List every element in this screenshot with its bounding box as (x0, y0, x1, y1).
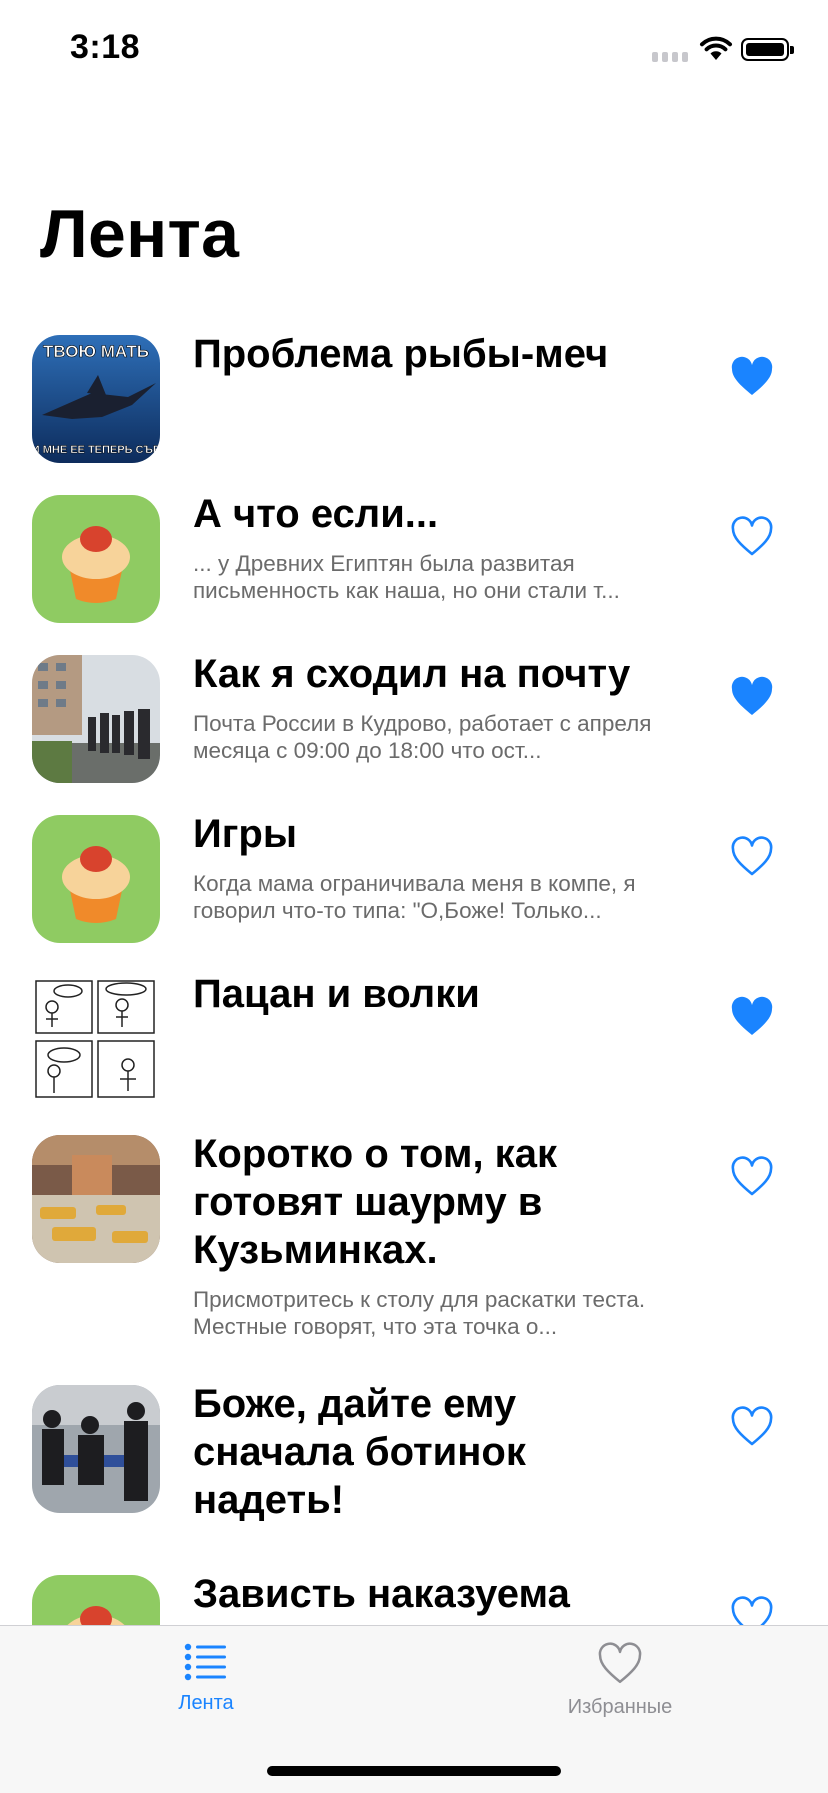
feed-row[interactable]: Как я сходил на почту Почта России в Куд… (0, 650, 828, 810)
feed-title: Игры (193, 812, 298, 856)
wifi-icon (700, 36, 732, 60)
heart-outline-icon[interactable] (729, 836, 775, 878)
list-icon (184, 1643, 226, 1681)
heart-outline-icon[interactable] (729, 516, 775, 558)
feed-list[interactable]: ТВОЮ МАТЬ И МНЕ ЕЕ ТЕПЕРЬ СЪЕ Проблема р… (0, 330, 828, 1625)
feed-row[interactable]: ТВОЮ МАТЬ И МНЕ ЕЕ ТЕПЕРЬ СЪЕ Проблема р… (0, 330, 828, 490)
feed-row[interactable]: Зависть наказуема (0, 1570, 828, 1625)
feed-title: Проблема рыбы-меч (193, 332, 609, 376)
battery-icon (741, 38, 794, 61)
feed-title: А что если... (193, 492, 439, 536)
muffin-app-icon-thumbnail (32, 815, 160, 943)
feed-row[interactable]: Боже, дайте ему сначала ботинок надеть! (0, 1380, 828, 1570)
heart-filled-icon[interactable] (729, 676, 775, 718)
tab-feed[interactable]: Лента (106, 1642, 306, 1715)
people-photo-thumbnail (32, 1385, 160, 1513)
page-title: Лента (40, 196, 240, 272)
heart-outline-icon (598, 1642, 642, 1684)
swordfish-meme-thumbnail: ТВОЮ МАТЬ И МНЕ ЕЕ ТЕПЕРЬ СЪЕ (32, 335, 160, 463)
post-office-queue-thumbnail (32, 655, 160, 783)
feed-row[interactable]: Коротко о том, как готовят шаурму в Кузь… (0, 1130, 828, 1380)
feed-row[interactable]: Пацан и волки (0, 970, 828, 1130)
status-bar: 3:18 (0, 0, 828, 100)
svg-text:И МНЕ ЕЕ ТЕПЕРЬ СЪЕ: И МНЕ ЕЕ ТЕПЕРЬ СЪЕ (32, 444, 160, 456)
feed-description: Присмотритесь к столу для раскатки теста… (193, 1287, 646, 1339)
feed-description: Почта России в Кудрово, работает с апрел… (193, 711, 652, 763)
heart-filled-icon[interactable] (729, 356, 775, 398)
feed-title: Боже, дайте ему сначала ботинок надеть! (193, 1382, 526, 1522)
tab-favorites-label: Избранные (567, 1696, 673, 1718)
muffin-app-icon-thumbnail (32, 1575, 160, 1625)
home-indicator (267, 1766, 561, 1776)
feed-row[interactable]: А что если... ... у Древних Египтян была… (0, 490, 828, 650)
feed-row[interactable]: Игры Когда мама ограничивала меня в комп… (0, 810, 828, 970)
heart-outline-icon[interactable] (729, 1596, 775, 1625)
status-time: 3:18 (70, 28, 141, 66)
feed-title: Зависть наказуема (193, 1572, 570, 1616)
tab-feed-label: Лента (178, 1692, 234, 1714)
svg-text:ТВОЮ МАТЬ: ТВОЮ МАТЬ (43, 342, 149, 361)
cellular-signal-icon (652, 52, 690, 62)
feed-title: Пацан и волки (193, 972, 480, 1016)
feed-title: Как я сходил на почту (193, 652, 631, 696)
feed-description: Когда мама ограничивала меня в компе, я … (193, 871, 636, 923)
muffin-app-icon-thumbnail (32, 495, 160, 623)
comic-strip-thumbnail (32, 975, 160, 1103)
feed-description: ... у Древних Египтян была развитая пись… (193, 551, 620, 603)
food-stall-thumbnail (32, 1135, 160, 1263)
tab-favorites[interactable]: Избранные (520, 1642, 720, 1719)
heart-outline-icon[interactable] (729, 1156, 775, 1198)
feed-title: Коротко о том, как готовят шаурму в Кузь… (193, 1132, 557, 1272)
heart-filled-icon[interactable] (729, 996, 775, 1038)
heart-outline-icon[interactable] (729, 1406, 775, 1448)
